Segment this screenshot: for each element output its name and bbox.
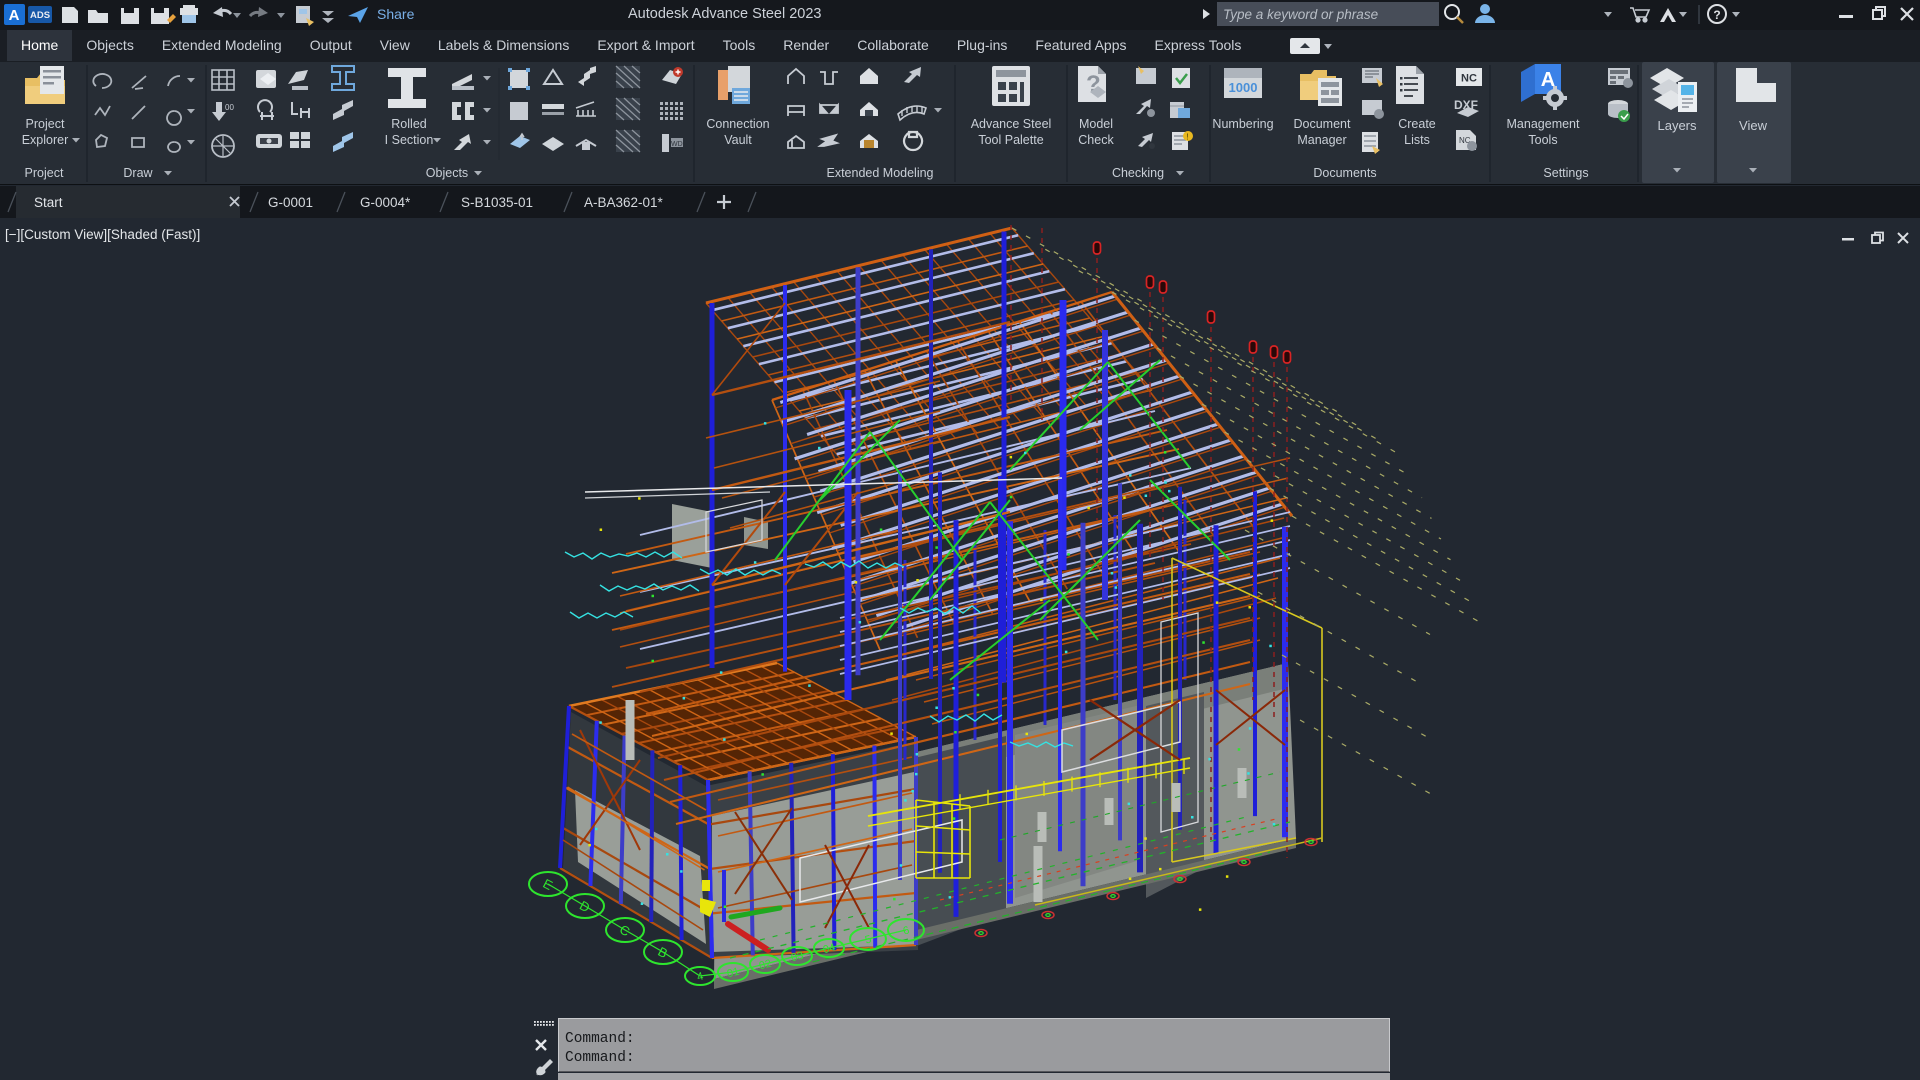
svg-text:4: 4	[696, 970, 705, 983]
svg-text:WD: WD	[671, 141, 683, 148]
svg-text:Layers: Layers	[1657, 118, 1697, 133]
svg-text:!: !	[1187, 133, 1189, 142]
svg-text:Management: Management	[1507, 117, 1580, 131]
svg-text:Tool Palette: Tool Palette	[978, 133, 1043, 147]
svg-text:Advance Steel: Advance Steel	[971, 117, 1052, 131]
svg-text:Model: Model	[1079, 117, 1113, 131]
svg-text:A-BA362-01*: A-BA362-01*	[584, 195, 664, 210]
svg-text:A: A	[9, 7, 20, 24]
svg-text:Extended Modeling: Extended Modeling	[826, 166, 933, 180]
svg-text:Checking: Checking	[1112, 166, 1164, 180]
svg-text:Document: Document	[1294, 117, 1351, 131]
svg-text:?: ?	[1713, 8, 1720, 22]
svg-text:Lists: Lists	[1404, 133, 1430, 147]
svg-text:Settings: Settings	[1543, 166, 1588, 180]
svg-text:Manager: Manager	[1297, 133, 1346, 147]
svg-text:00: 00	[225, 103, 234, 112]
svg-text:Rolled: Rolled	[391, 117, 426, 131]
svg-text:Type a keyword or phrase: Type a keyword or phrase	[1223, 7, 1378, 22]
svg-text:Draw: Draw	[123, 166, 153, 180]
svg-text:Project: Project	[25, 166, 64, 180]
svg-text:Check: Check	[1078, 133, 1114, 147]
svg-text:Numbering: Numbering	[1212, 117, 1273, 131]
svg-text:Objects: Objects	[426, 166, 468, 180]
svg-text:Documents: Documents	[1313, 166, 1376, 180]
svg-text:Create: Create	[1398, 117, 1436, 131]
svg-text:Tools: Tools	[1528, 133, 1557, 147]
svg-text:NC: NC	[1461, 73, 1477, 85]
svg-text:Explorer: Explorer	[22, 133, 69, 147]
svg-text:G-0004*: G-0004*	[360, 195, 411, 210]
svg-text:Vault: Vault	[724, 133, 752, 147]
svg-text:I Section: I Section	[385, 133, 434, 147]
svg-text:Start: Start	[34, 195, 63, 210]
svg-text:1000: 1000	[1229, 80, 1258, 95]
svg-text:S-B1035-01: S-B1035-01	[461, 195, 533, 210]
svg-text:View: View	[1739, 118, 1768, 133]
svg-text:G-0001: G-0001	[268, 195, 313, 210]
svg-text:ADS: ADS	[30, 10, 50, 21]
svg-text:Project: Project	[26, 117, 65, 131]
svg-text:Connection: Connection	[706, 117, 769, 131]
